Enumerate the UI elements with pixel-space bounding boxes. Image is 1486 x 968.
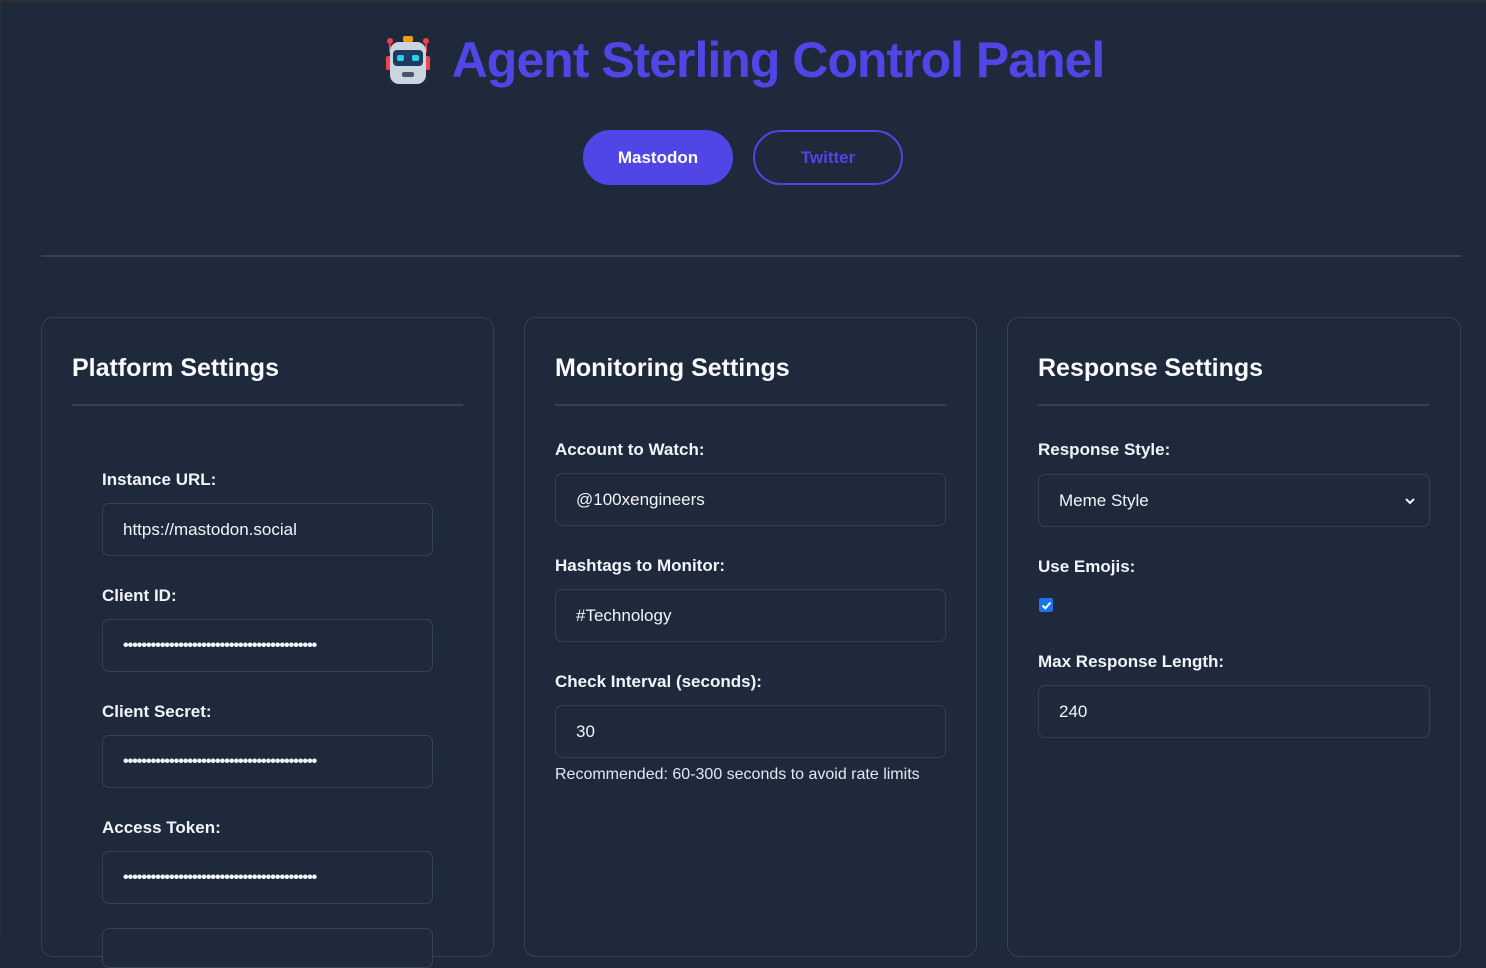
account-input[interactable]: @100xengineers [555,473,946,526]
client-id-label: Client ID: [102,586,177,605]
response-style-select[interactable]: Meme Style [1038,474,1430,527]
tab-twitter[interactable]: Twitter [753,130,903,185]
page-title: Agent Sterling Control Panel [451,32,1106,88]
card-divider [72,404,463,406]
platform-settings-card: Platform Settings Instance URL: https://… [41,317,494,968]
hashtags-input[interactable]: #Technology [555,589,946,642]
access-token-label: Access Token: [102,818,221,837]
use-emojis-label: Use Emojis: [1038,557,1136,576]
card-title: Monitoring Settings [555,354,790,382]
chevron-down-icon [1403,493,1417,507]
response-style-value: Meme Style [1059,490,1149,510]
window-top-border [0,0,1486,3]
instance-url-label: Instance URL: [102,470,217,489]
client-secret-label: Client Secret: [102,702,212,721]
page-header: Agent Sterling Control Panel [0,28,1486,92]
interval-label: Check Interval (seconds): [555,672,762,691]
response-settings-card: Response Settings Response Style: Meme S… [1007,317,1461,957]
header-divider [41,255,1461,257]
card-title: Platform Settings [72,354,279,382]
access-token-input[interactable]: ••••••••••••••••••••••••••••••••••••••••… [102,851,433,904]
card-divider [1038,404,1429,406]
tab-mastodon[interactable]: Mastodon [583,130,733,185]
response-style-label: Response Style: [1038,440,1171,459]
instance-url-input[interactable]: https://mastodon.social [102,503,433,556]
max-length-input[interactable]: 240 [1038,685,1430,738]
interval-input[interactable]: 30 [555,705,946,758]
client-id-input[interactable]: ••••••••••••••••••••••••••••••••••••••••… [102,619,433,672]
interval-help-text: Recommended: 60-300 seconds to avoid rat… [555,766,920,783]
checkmark-icon [1041,601,1051,610]
card-title: Response Settings [1038,354,1264,382]
robot-icon [382,34,434,86]
max-length-label: Max Response Length: [1038,652,1225,671]
card-divider [555,404,946,406]
hashtags-label: Hashtags to Monitor: [555,556,725,575]
platform-tabs: Mastodon Twitter [0,130,1486,185]
client-secret-input[interactable]: ••••••••••••••••••••••••••••••••••••••••… [102,735,433,788]
account-label: Account to Watch: [555,440,705,459]
use-emojis-checkbox[interactable] [1039,598,1053,612]
monitoring-settings-card: Monitoring Settings Account to Watch: @1… [524,317,977,957]
next-field-input[interactable] [102,928,433,968]
